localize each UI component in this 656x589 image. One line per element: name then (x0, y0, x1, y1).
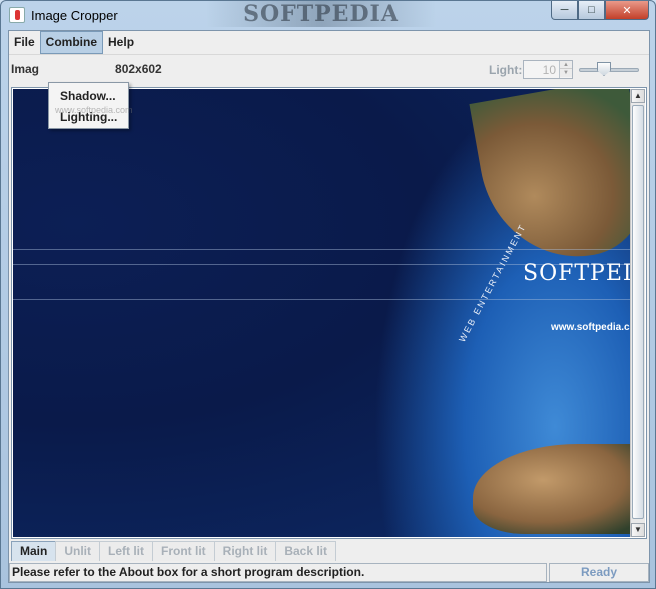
watermark-text: SOFTPEDIA (206, 1, 436, 27)
window-title: Image Cropper (31, 8, 118, 23)
slider-thumb[interactable] (597, 62, 611, 76)
tab-right-lit[interactable]: Right lit (213, 541, 277, 561)
title-bar[interactable]: Image Cropper SOFTPEDIA ─ □ ✕ (1, 1, 655, 31)
view-tabs: Main Unlit Left lit Front lit Right lit … (11, 541, 337, 562)
vertical-scrollbar[interactable]: ▲ ▼ (630, 89, 645, 537)
dropdown-watermark: www.softpedia.com (55, 105, 133, 115)
minimize-button[interactable]: ─ (551, 1, 578, 20)
status-bar: Please refer to the About box for a shor… (9, 562, 649, 583)
image-size: 802x602 (115, 62, 162, 76)
scroll-up-icon[interactable]: ▲ (631, 89, 645, 103)
image-brand-text: SOFTPEDI (523, 261, 630, 286)
menu-bar: File Combine Help (9, 31, 649, 54)
tab-unlit[interactable]: Unlit (55, 541, 101, 561)
light-label: Light: (489, 63, 523, 77)
cup-icon (9, 7, 25, 23)
spinner-arrows: ▲ ▼ (559, 61, 572, 78)
spin-up-icon[interactable]: ▲ (560, 61, 572, 69)
toolbar: Imag 802x602 Light: ▲ ▼ (9, 54, 649, 82)
window-controls: ─ □ ✕ (551, 1, 649, 21)
tab-left-lit[interactable]: Left lit (99, 541, 154, 561)
band-line (13, 249, 630, 250)
tab-main[interactable]: Main (11, 541, 57, 561)
scroll-down-icon[interactable]: ▼ (631, 523, 645, 537)
status-ready: Ready (549, 563, 649, 582)
tab-back-lit[interactable]: Back lit (275, 541, 337, 561)
close-button[interactable]: ✕ (605, 1, 649, 20)
image-panel: SOFTPEDI www.softpedia.c WEB ENTERTAINME… (11, 87, 647, 539)
light-slider[interactable] (579, 62, 641, 78)
light-value-input[interactable] (525, 62, 559, 77)
spin-down-icon[interactable]: ▼ (560, 69, 572, 77)
light-spinner[interactable]: ▲ ▼ (523, 60, 573, 79)
menu-combine[interactable]: Combine (39, 31, 104, 54)
menu-item-shadow[interactable]: Shadow... (49, 86, 128, 107)
menu-file[interactable]: File (9, 31, 40, 54)
image-info: Imag 802x602 (11, 62, 162, 76)
image-canvas[interactable]: SOFTPEDI www.softpedia.c WEB ENTERTAINME… (13, 89, 630, 537)
app-window: Image Cropper SOFTPEDIA ─ □ ✕ File Combi… (0, 0, 656, 589)
client-area: File Combine Help Imag 802x602 Light: ▲ ▼ (8, 30, 650, 583)
image-url-text: www.softpedia.c (551, 322, 630, 333)
status-message: Please refer to the About box for a shor… (9, 563, 547, 582)
combine-dropdown: Shadow... www.softpedia.com Lighting... (48, 82, 133, 129)
tab-front-lit[interactable]: Front lit (152, 541, 215, 561)
image-label: Imag (11, 62, 40, 76)
menu-help[interactable]: Help (103, 31, 139, 54)
scroll-thumb[interactable] (632, 105, 644, 519)
maximize-button[interactable]: □ (578, 1, 605, 20)
band-line (13, 299, 630, 300)
